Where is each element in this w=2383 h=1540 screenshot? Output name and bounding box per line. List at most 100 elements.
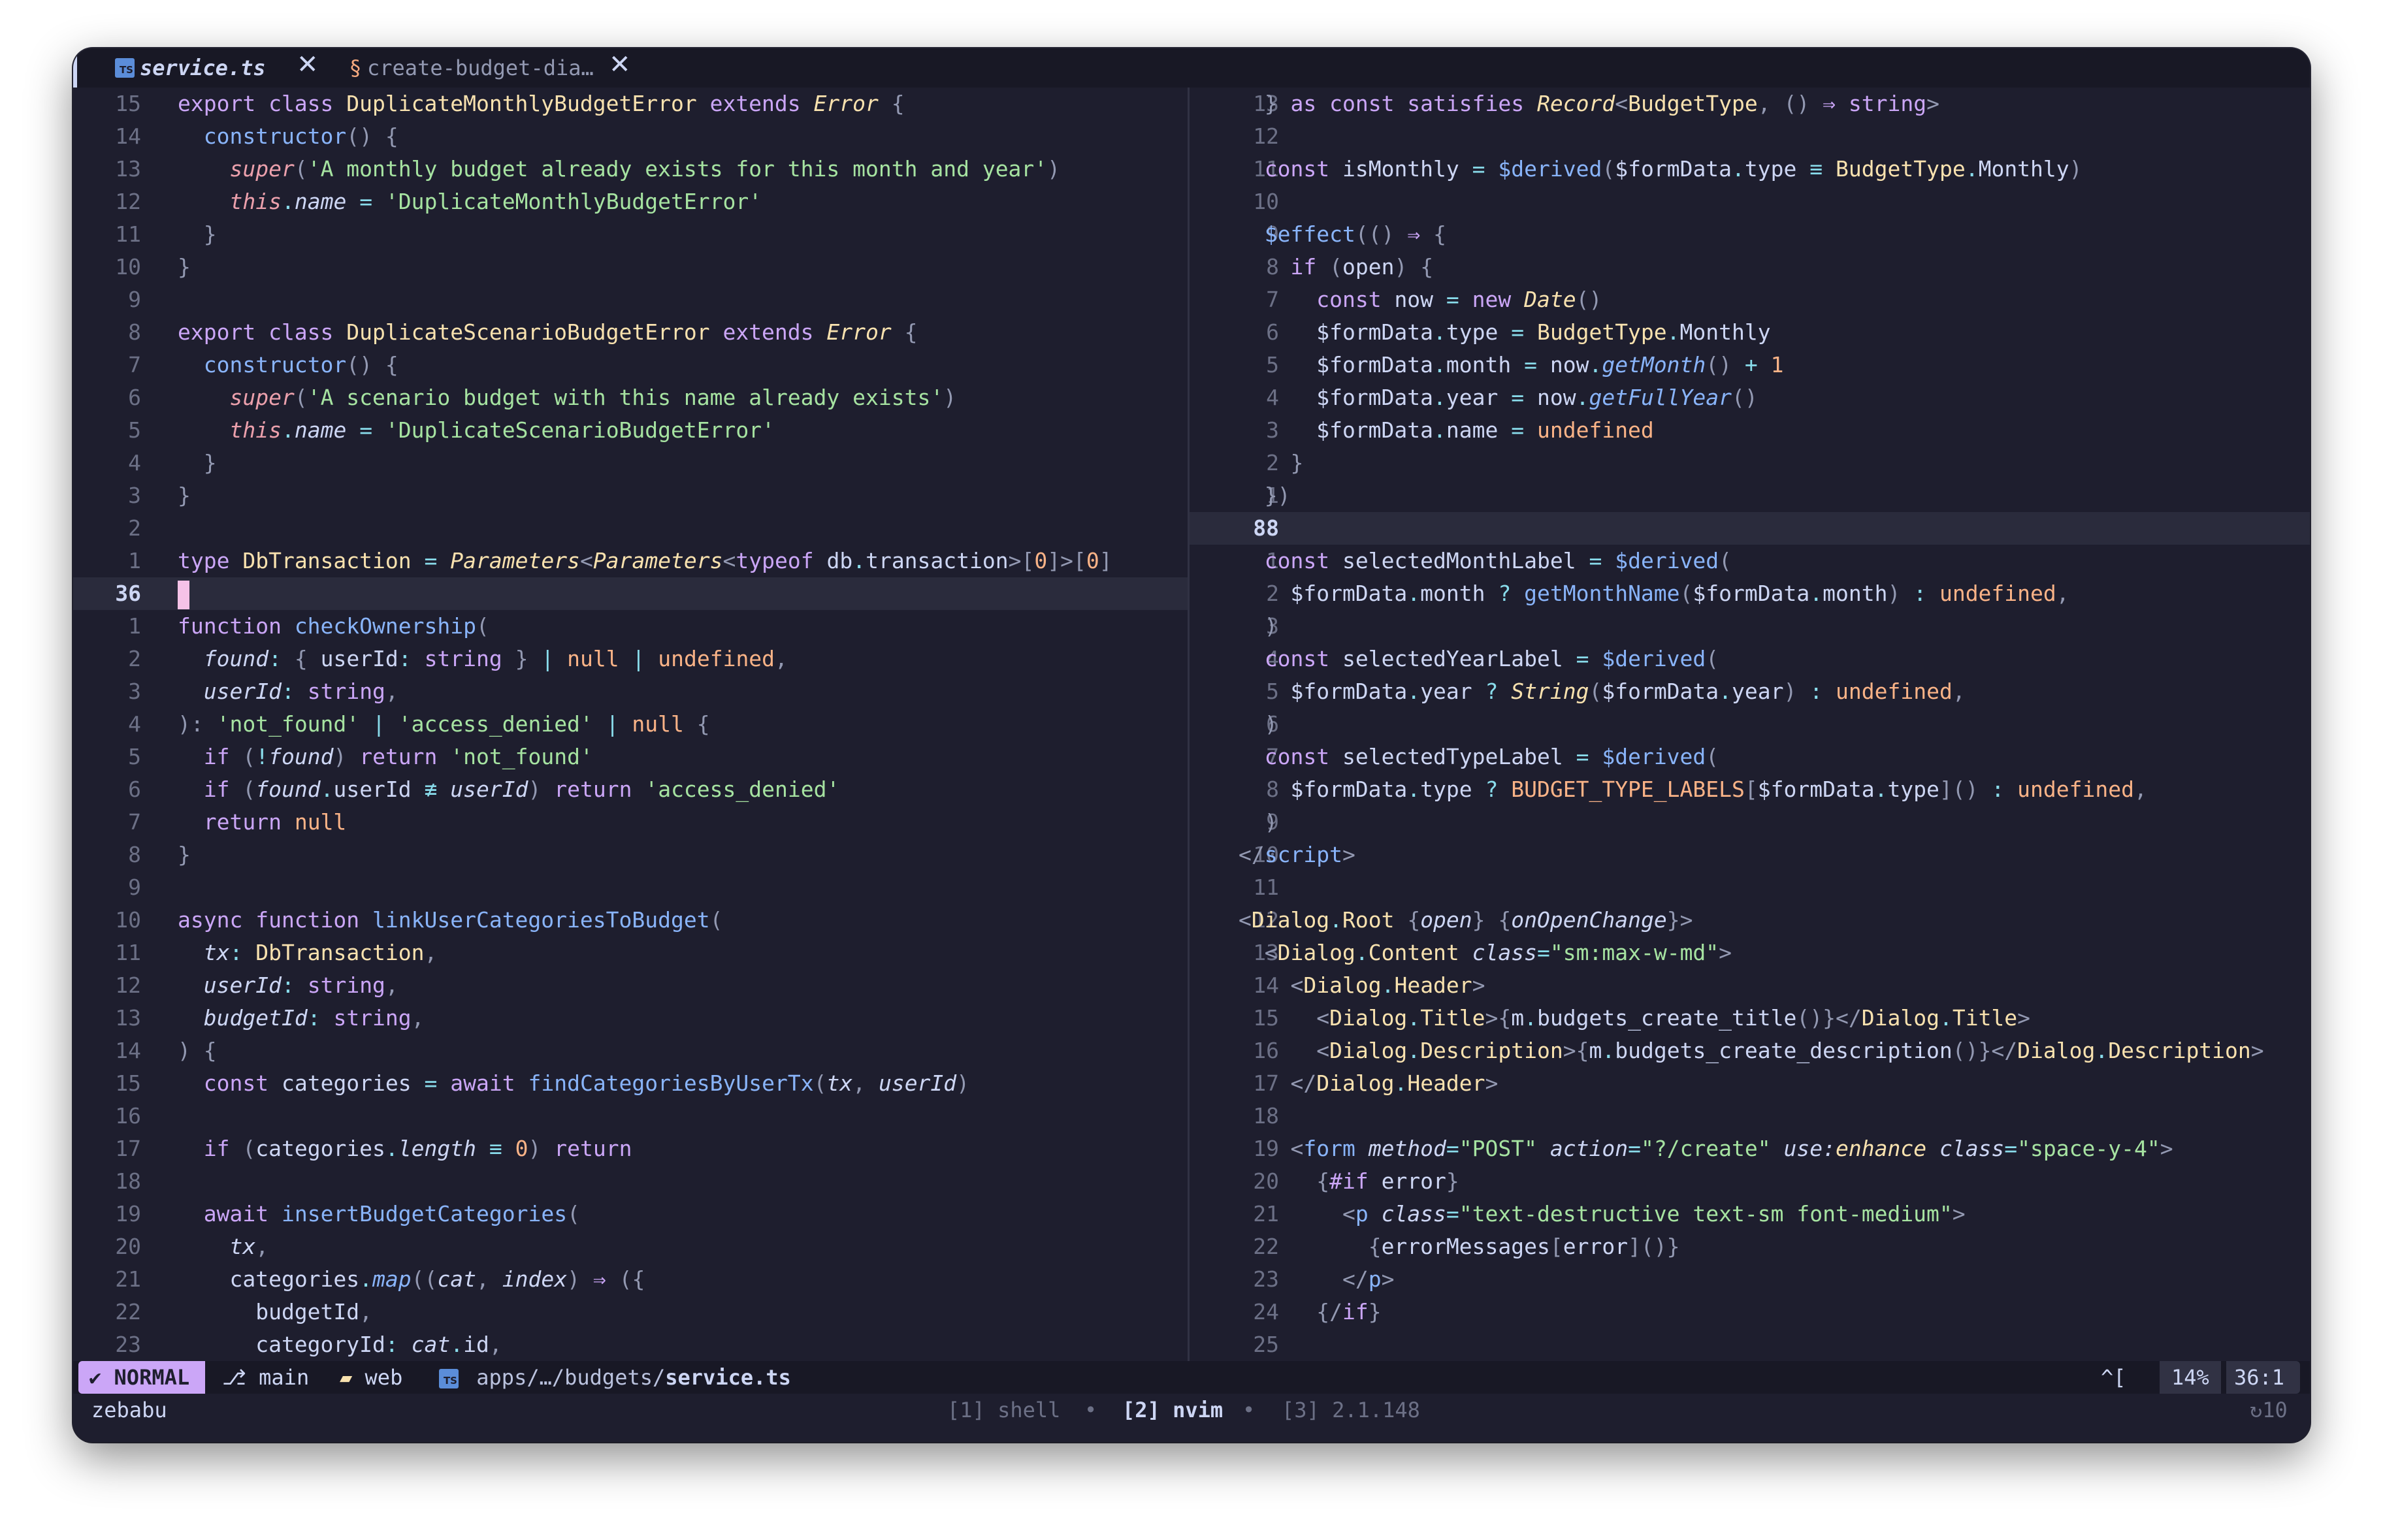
code-line[interactable]: 3 userId: string, [73, 675, 1188, 708]
code-line[interactable]: 13 super('A monthly budget already exist… [73, 153, 1188, 185]
code-line[interactable]: 3 $formData.name = undefined [1190, 414, 2310, 447]
code-line[interactable]: 19 await insertBudgetCategories( [73, 1198, 1188, 1230]
code-line[interactable]: 10 </script> [1190, 839, 2310, 871]
code-token: . [1329, 907, 1342, 933]
typescript-file-icon: TS [439, 1369, 459, 1388]
code-line[interactable]: 21 <p class="text-destructive text-sm fo… [1190, 1198, 2310, 1230]
line-number: 4 [128, 711, 141, 737]
code-line[interactable]: 12 userId: string, [73, 969, 1188, 1002]
code-line[interactable]: 2 [73, 512, 1188, 545]
code-line[interactable]: 7 const selectedTypeLabel = $derived( [1190, 741, 2310, 773]
code-line[interactable]: 5 $formData.month = now.getMonth() + 1 [1190, 349, 2310, 381]
code-line[interactable]: 4 const selectedYearLabel = $derived( [1190, 643, 2310, 675]
code-line[interactable]: 11 const isMonthly = $derived($formData.… [1190, 153, 2310, 185]
code-line[interactable]: 2 found: { userId: string } | null | und… [73, 643, 1188, 675]
code-line[interactable]: 8 if (open) { [1190, 251, 2310, 283]
editor-pane-left[interactable]: 15 export class DuplicateMonthlyBudgetErr… [73, 88, 1188, 1362]
code-line[interactable]: 1 const selectedMonthLabel = $derived( [1190, 545, 2310, 577]
code-line[interactable]: 11 [1190, 871, 2310, 904]
code-line[interactable]: 21 categories.map((cat, index) ⇒ ({ [73, 1263, 1188, 1296]
code-line[interactable]: 2 } [1190, 447, 2310, 479]
code-line[interactable]: 8 export class DuplicateScenarioBudgetErr… [73, 316, 1188, 349]
code-text: if (found.userId ≢ userId) return 'acces… [178, 773, 840, 806]
code-line[interactable]: 6 $formData.type = BudgetType.Monthly [1190, 316, 2310, 349]
current-line[interactable]: 36 [73, 577, 1188, 610]
code-line[interactable]: 7 const now = new Date() [1190, 283, 2310, 316]
code-line[interactable]: 6 ) [1190, 708, 2310, 741]
code-line[interactable]: 15 <Dialog.Title>{m.budgets_create_title… [1190, 1002, 2310, 1035]
code-line[interactable]: 10 async function linkUserCategoriesToBud… [73, 904, 1188, 937]
code-line[interactable]: 3 ) [1190, 610, 2310, 643]
code-line[interactable]: 9 [73, 283, 1188, 316]
code-token: userId [333, 777, 425, 802]
code-line[interactable]: 6 super('A scenario budget with this nam… [73, 381, 1188, 414]
code-line[interactable]: 11 } [73, 218, 1188, 251]
tab-service-ts[interactable]: TS service.ts [115, 48, 266, 88]
code-line[interactable]: 5 this.name = 'DuplicateScenarioBudgetEr… [73, 414, 1188, 447]
code-line[interactable]: 5 if (!found) return 'not_found' [73, 741, 1188, 773]
code-line[interactable]: 4): 'not_found' | 'access_denied' | null… [73, 708, 1188, 741]
tmux-window-version[interactable]: [3] 2.1.148 [1282, 1394, 1420, 1426]
code-line[interactable]: 17 </Dialog.Header> [1190, 1067, 2310, 1100]
code-line[interactable]: 8 $formData.type ? BUDGET_TYPE_LABELS[$f… [1190, 773, 2310, 806]
code-line[interactable]: 12 [1190, 120, 2310, 153]
code-line[interactable]: 14) { [73, 1035, 1188, 1067]
code-line[interactable]: 22 {errorMessages[error]()} [1190, 1230, 2310, 1263]
code-line[interactable]: 7 return null [73, 806, 1188, 839]
code-line[interactable]: 3} [73, 479, 1188, 512]
line-number: 25 [1253, 1332, 1279, 1357]
code-line[interactable]: 9 $effect(() ⇒ { [1190, 218, 2310, 251]
code-line[interactable]: 9 [73, 871, 1188, 904]
code-line[interactable]: 9 ) [1190, 806, 2310, 839]
code-token: form [1303, 1136, 1369, 1161]
code-line[interactable]: 4 $formData.year = now.getFullYear() [1190, 381, 2310, 414]
close-tab-icon[interactable]: ✕ [609, 50, 631, 80]
code-line[interactable]: 13 <Dialog.Content class="sm:max-w-md"> [1190, 937, 2310, 969]
code-text: if (open) { [1239, 251, 1433, 283]
code-line[interactable]: 10 [1190, 185, 2310, 218]
code-line[interactable]: 15 export class DuplicateMonthlyBudgetErr… [73, 88, 1188, 120]
close-tab-icon[interactable]: ✕ [297, 50, 319, 80]
code-line[interactable]: 25 [1190, 1328, 2310, 1361]
tmux-window-nvim[interactable]: [2] nvim [1122, 1394, 1223, 1426]
code-line[interactable]: 4 } [73, 447, 1188, 479]
code-line[interactable]: 1 }) [1190, 479, 2310, 512]
code-line[interactable]: 2 $formData.month ? getMonthName($formDa… [1190, 577, 2310, 610]
tab-create-budget-dialog[interactable]: § create-budget-dia… [350, 48, 594, 88]
code-line[interactable]: 1 type DbTransaction = Parameters<Paramet… [73, 545, 1188, 577]
current-line[interactable]: 88 [1190, 512, 2310, 545]
code-line[interactable]: 10} [73, 251, 1188, 283]
code-line[interactable]: 19 <form method="POST" action="?/create"… [1190, 1132, 2310, 1165]
code-token: ) [1783, 679, 1810, 704]
code-line[interactable]: 1 function checkOwnership( [73, 610, 1188, 643]
code-line[interactable]: 24 {/if} [1190, 1296, 2310, 1328]
code-line[interactable]: 8} [73, 839, 1188, 871]
code-line[interactable]: 23 </p> [1190, 1263, 2310, 1296]
code-line[interactable]: 11 tx: DbTransaction, [73, 937, 1188, 969]
code-line[interactable]: 18 [1190, 1100, 2310, 1132]
code-line[interactable]: 20 {#if error} [1190, 1165, 2310, 1198]
code-line[interactable]: 14 constructor() { [73, 120, 1188, 153]
code-line[interactable]: 13 } as const satisfies Record<BudgetTyp… [1190, 88, 2310, 120]
code-line[interactable]: 14 <Dialog.Header> [1190, 969, 2310, 1002]
code-line[interactable]: 13 budgetId: string, [73, 1002, 1188, 1035]
code-line[interactable]: 5 $formData.year ? String($formData.year… [1190, 675, 2310, 708]
code-text: categories.map((cat, index) ⇒ ({ [178, 1263, 645, 1296]
code-line[interactable]: 17 if (categories.length ≡ 0) return [73, 1132, 1188, 1165]
code-line[interactable]: 6 if (found.userId ≢ userId) return 'acc… [73, 773, 1188, 806]
code-token: . [852, 548, 866, 573]
code-line[interactable]: 12 this.name = 'DuplicateMonthlyBudgetEr… [73, 185, 1188, 218]
code-line[interactable]: 7 constructor() { [73, 349, 1188, 381]
code-token: {/ [1316, 1299, 1342, 1324]
code-line[interactable]: 12 <Dialog.Root {open} {onOpenChange}> [1190, 904, 2310, 937]
code-line[interactable]: 16 [73, 1100, 1188, 1132]
code-line[interactable]: 16 <Dialog.Description>{m.budgets_create… [1190, 1035, 2310, 1067]
code-line[interactable]: 22 budgetId, [73, 1296, 1188, 1328]
code-line[interactable]: 15 const categories = await findCategori… [73, 1067, 1188, 1100]
code-line[interactable]: 18 [73, 1165, 1188, 1198]
code-line[interactable]: 20 tx, [73, 1230, 1188, 1263]
code-text: budgetId: string, [178, 1002, 425, 1035]
editor-pane-right[interactable]: 13 } as const satisfies Record<BudgetTyp… [1190, 88, 2310, 1362]
code-line[interactable]: 23 categoryId: cat.id, [73, 1328, 1188, 1361]
tmux-window-shell[interactable]: [1] shell [947, 1394, 1060, 1426]
